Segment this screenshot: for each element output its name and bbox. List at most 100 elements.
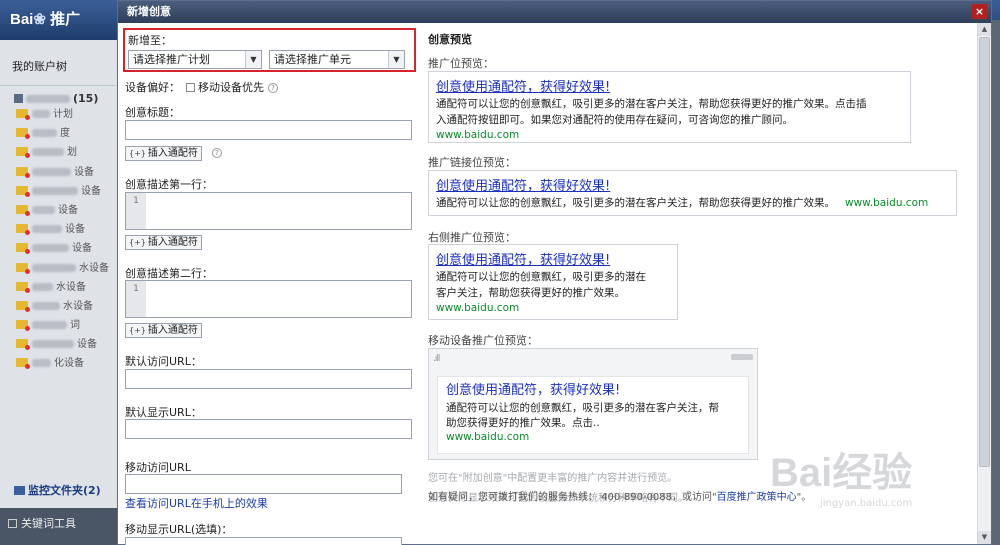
signal-icon: .ıll (433, 354, 440, 364)
scroll-up-icon[interactable]: ▲ (978, 23, 991, 36)
monitor-folder[interactable]: 监控文件夹(2) (14, 482, 101, 498)
folder-icon (16, 147, 30, 159)
folder-icon (16, 339, 30, 351)
wildcard-icon: {+} (129, 326, 146, 335)
plan-select[interactable]: 请选择推广计划 ▼ (128, 50, 262, 69)
close-icon[interactable]: × (972, 4, 987, 19)
ad-title[interactable]: 创意使用通配符，获得好效果! (436, 178, 956, 195)
tree-item[interactable]: 度 (16, 124, 117, 143)
target-selection-box: 新增至： 请选择推广计划 ▼ 请选择推广单元 ▼ (123, 28, 416, 72)
ad-title[interactable]: 创意使用通配符，获得好效果! (436, 79, 910, 96)
tree-item[interactable]: 划 (16, 143, 117, 162)
tree-item[interactable]: 计划 (16, 105, 117, 124)
tree-item[interactable]: 设备 (16, 220, 117, 239)
watermark-site: jingyan.baidu.com (820, 498, 913, 509)
default-url-input[interactable] (125, 369, 412, 389)
ad-url: www.baidu.com (436, 302, 520, 314)
tree-item[interactable]: 词 (16, 316, 117, 335)
help-icon[interactable]: ? (268, 83, 278, 93)
ad-url: www.baidu.com (446, 431, 530, 443)
ad-url: www.baidu.com (845, 197, 929, 209)
right-preview-label: 右侧推广位预览： (428, 231, 516, 244)
preview-note: 您可在"附加创意"中配置更丰富的推广内容并进行预览。 (428, 473, 678, 484)
link-preview-card: 创意使用通配符，获得好效果! 通配符可以让您的创意飘红，吸引更多的潜在客户关注，… (428, 170, 957, 216)
add-to-label: 新增至： (128, 34, 172, 47)
tree-item[interactable]: 水设备 (16, 297, 117, 316)
account-icon (14, 94, 23, 103)
mobile-display-url-input[interactable] (125, 537, 402, 545)
default-url-label: 默认访问URL： (125, 355, 202, 368)
insert-wildcard-button[interactable]: {+} 插入通配符 (125, 235, 202, 250)
ad-desc: 通配符可以让您的创意飘红，吸引更多的潜在 (436, 271, 646, 283)
help-icon[interactable]: ? (212, 148, 222, 158)
link-preview-label: 推广链接位预览： (428, 156, 516, 169)
folder-icon (16, 109, 30, 120)
tree-item[interactable]: 设备 (16, 201, 117, 220)
desc1-textarea[interactable]: 1 (125, 192, 412, 230)
ad-desc: 通配符可以让您的创意飘红，吸引更多的潜在客户关注，帮助您获得更好的推广效果。点击… (436, 98, 867, 110)
tool-icon (8, 519, 17, 528)
paw-icon: ❀ (33, 11, 46, 28)
ad-desc: 通配符可以让您的创意飘红，吸引更多的潜在客户关注，帮 (446, 402, 719, 414)
desc1-label: 创意描述第一行： (125, 178, 213, 191)
support-footer: 如有疑问，您可拨打我们的服务热线： 400-890-0088，或访问"百度推广政… (428, 492, 812, 503)
tree-item[interactable]: 设备 (16, 335, 117, 354)
folder-icon (16, 224, 30, 236)
scroll-down-icon[interactable]: ▼ (978, 531, 991, 544)
tree-item[interactable]: 化设备 (16, 354, 117, 373)
tree-item[interactable]: 设备 (16, 163, 117, 182)
baidu-logo[interactable]: Bai❀ 推广 (10, 8, 80, 29)
tree-item[interactable]: 设备 (16, 239, 117, 258)
mobile-url-preview-link[interactable]: 查看访问URL在手机上的效果 (125, 495, 268, 511)
ad-title[interactable]: 创意使用通配符，获得好效果! (436, 252, 677, 269)
ad-desc: 客户关注，帮助您获得更好的推广效果。 (436, 287, 625, 299)
folder-icon (16, 320, 30, 332)
folder-icon (16, 300, 30, 312)
top-preview-label: 推广位预览： (428, 57, 494, 70)
ad-desc: 入通配符按钮即可。如果您对通配符的使用存在疑问，可咨询您的推广顾问。 (436, 114, 793, 126)
mobile-display-url-label: 移动显示URL(选填)： (125, 523, 233, 536)
sidebar-title: 我的账户树 (0, 40, 117, 86)
dialog-title: 新增创意 (127, 5, 171, 18)
plan-tree: 计划度划设备 设备 设备 设备 设备 水设备 水设备 水设备词设备 化设备 (0, 105, 117, 374)
account-root[interactable]: (15) (0, 86, 117, 105)
scroll-thumb[interactable] (979, 37, 990, 467)
mobile-url-input[interactable] (125, 474, 402, 494)
ad-desc: 通配符可以让您的创意飘红，吸引更多的潜在客户关注，帮助您获得更好的推广效果。 ww… (436, 197, 929, 209)
ad-desc: 助您获得更好的推广效果。点击.. (446, 417, 600, 429)
mobile-preview-card: 创意使用通配符，获得好效果! 通配符可以让您的创意飘红，吸引更多的潜在客户关注，… (437, 376, 749, 454)
dialog-scrollbar[interactable]: ▲ ▼ (977, 23, 991, 544)
right-preview-card: 创意使用通配符，获得好效果! 通配符可以让您的创意飘红，吸引更多的潜在 客户关注… (428, 244, 678, 320)
tree-item[interactable]: 设备 (16, 182, 117, 201)
bottom-toolbar: 关键词工具 (0, 508, 118, 545)
folder-icon (16, 128, 30, 140)
mobile-first-checkbox[interactable] (186, 83, 195, 92)
line-number: 1 (126, 281, 146, 317)
battery-icon (731, 354, 753, 360)
unit-select[interactable]: 请选择推广单元 ▼ (269, 50, 405, 69)
chevron-down-icon: ▼ (388, 51, 404, 68)
ad-url: www.baidu.com (436, 129, 520, 141)
ad-title[interactable]: 创意使用通配符，获得好效果! (446, 381, 748, 400)
desc2-textarea[interactable]: 1 (125, 280, 412, 318)
insert-wildcard-button[interactable]: {+} 插入通配符 (125, 323, 202, 338)
display-url-input[interactable] (125, 419, 412, 439)
mobile-url-label: 移动访问URL (125, 461, 191, 474)
wildcard-icon: {+} (129, 149, 146, 158)
folder-icon (16, 243, 30, 255)
insert-wildcard-button[interactable]: {+} 插入通配符 (125, 146, 202, 161)
wildcard-icon: {+} (129, 238, 146, 247)
mobile-preview-label: 移动设备推广位预览： (428, 334, 538, 347)
baidu-watermark: Bai经验 jingyan.baidu.com (770, 440, 912, 509)
preview-heading: 创意预览 (428, 33, 472, 46)
account-tree-sidebar: 我的账户树 (15) 计划度划设备 设备 设备 设备 设备 水设备 水设备 水设备词设备 化设备… (0, 40, 118, 545)
tree-item[interactable]: 水设备 (16, 259, 117, 278)
chevron-down-icon: ▼ (245, 51, 261, 68)
watermark-logo: Bai经验 (770, 451, 913, 495)
mobile-preview-frame: .ıll 创意使用通配符，获得好效果! 通配符可以让您的创意飘红，吸引更多的潜在… (428, 348, 758, 460)
tree-item[interactable]: 水设备 (16, 278, 117, 297)
keyword-tool-button[interactable]: 关键词工具 (21, 517, 76, 530)
creative-title-input[interactable] (125, 120, 412, 140)
device-preference: 设备偏好： 移动设备优先? (125, 79, 278, 95)
desc2-label: 创意描述第二行： (125, 267, 213, 280)
